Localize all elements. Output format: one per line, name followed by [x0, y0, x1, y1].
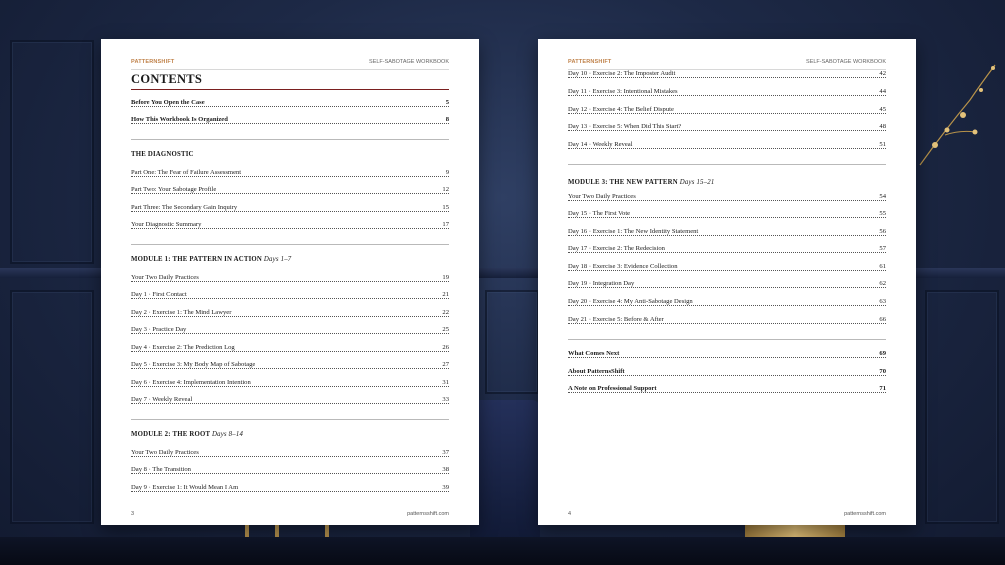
- toc-entry[interactable]: Before You Open the Case 5: [131, 99, 449, 109]
- chair: [470, 400, 540, 540]
- toc-entry[interactable]: Day 15 · The First Vote 55: [568, 210, 886, 220]
- workbook-label: SELF-SABOTAGE WORKBOOK: [369, 59, 449, 65]
- toc-entry[interactable]: Day 20 · Exercise 4: My Anti-Sabotage De…: [568, 298, 886, 308]
- toc-entry[interactable]: Day 3 · Practice Day 25: [131, 326, 449, 336]
- toc-entry[interactable]: Day 2 · Exercise 1: The Mind Lawyer 22: [131, 309, 449, 319]
- page-title: CONTENTS: [131, 72, 203, 86]
- toc-entry[interactable]: Day 6 · Exercise 4: Implementation Inten…: [131, 379, 449, 389]
- toc-entry[interactable]: Part One: The Fear of Failure Assessment…: [131, 169, 449, 179]
- toc-entry[interactable]: Day 14 · Weekly Reveal 51: [568, 141, 886, 151]
- toc-entry[interactable]: Day 8 · The Transition 38: [131, 466, 449, 476]
- toc-entry[interactable]: What Comes Next 69: [568, 350, 886, 360]
- toc-entry[interactable]: Day 17 · Exercise 2: The Redecision 57: [568, 245, 886, 255]
- toc-entry[interactable]: Day 12 · Exercise 4: The Belief Dispute 4…: [568, 106, 886, 116]
- section-divider: [131, 139, 449, 140]
- toc-entry[interactable]: Day 16 · Exercise 1: The New Identity St…: [568, 228, 886, 238]
- toc-entry[interactable]: A Note on Professional Support 71: [568, 385, 886, 395]
- page-number: 3: [131, 511, 135, 517]
- wall-panel-left: [10, 40, 94, 264]
- wall-panel-left-low: [10, 290, 94, 524]
- toc-entry[interactable]: Your Two Daily Practices 19: [131, 274, 449, 284]
- toc-entry[interactable]: Day 9 · Exercise 1: It Would Mean I Am 39: [131, 484, 449, 494]
- toc-entry[interactable]: How This Workbook Is Organized 8: [131, 116, 449, 126]
- toc-entry[interactable]: Part Three: The Secondary Gain Inquiry 15: [131, 204, 449, 214]
- section-heading: MODULE 1: THE PATTERN IN ACTION Days 1–7: [131, 256, 292, 263]
- toc-entry[interactable]: Day 13 · Exercise 5: When Did This Start…: [568, 123, 886, 133]
- toc-entry[interactable]: Day 1 · First Contact 21: [131, 291, 449, 301]
- wall-panel-right: [925, 290, 999, 524]
- section-divider: [131, 244, 449, 245]
- toc-entry[interactable]: Day 4 · Exercise 2: The Prediction Log 26: [131, 344, 449, 354]
- toc-entry[interactable]: Day 10 · Exercise 2: The Imposter Audit 4…: [568, 70, 886, 80]
- header-divider: [131, 69, 449, 70]
- section-heading: MODULE 2: THE ROOT Days 8–14: [131, 431, 244, 438]
- toc-entry[interactable]: Day 5 · Exercise 3: My Body Map of Sabot…: [131, 361, 449, 371]
- toc-entry[interactable]: About PatternsShift 70: [568, 368, 886, 378]
- footer-site: patternsshift.com: [407, 511, 449, 517]
- toc-entry[interactable]: Day 18 · Exercise 3: Evidence Collection…: [568, 263, 886, 273]
- contents-page-right: PATTERNSHIFT SELF-SABOTAGE WORKBOOK Day …: [538, 39, 916, 525]
- section-divider: [568, 339, 886, 340]
- toc-entry[interactable]: Day 21 · Exercise 5: Before & After 66: [568, 316, 886, 326]
- toc-entry[interactable]: Day 7 · Weekly Reveal 33: [131, 396, 449, 406]
- wall-panel-mid: [485, 290, 539, 394]
- toc-entry[interactable]: Your Two Daily Practices 37: [131, 449, 449, 459]
- section-divider: [568, 164, 886, 165]
- floor: [0, 537, 1005, 565]
- workbook-label: SELF-SABOTAGE WORKBOOK: [806, 59, 886, 65]
- brand-label: PATTERNSHIFT: [568, 59, 612, 65]
- section-heading: MODULE 3: THE NEW PATTERN Days 15–21: [568, 179, 715, 186]
- footer-site: patternsshift.com: [844, 511, 886, 517]
- section-divider: [131, 419, 449, 420]
- toc-entry[interactable]: Part Two: Your Sabotage Profile 12: [131, 186, 449, 196]
- title-rule: [131, 89, 449, 90]
- brand-label: PATTERNSHIFT: [131, 59, 175, 65]
- toc-entry[interactable]: Your Two Daily Practices 54: [568, 193, 886, 203]
- section-heading: THE DIAGNOSTIC: [131, 151, 194, 158]
- toc-entry[interactable]: Day 11 · Exercise 3: Intentional Mistake…: [568, 88, 886, 98]
- toc-entry[interactable]: Day 19 · Integration Day 62: [568, 280, 886, 290]
- page-number: 4: [568, 511, 572, 517]
- contents-page-left: PATTERNSHIFT SELF-SABOTAGE WORKBOOK CONT…: [101, 39, 479, 525]
- golden-branch-decoration: [919, 64, 996, 166]
- toc-entry[interactable]: Your Diagnostic Summary 17: [131, 221, 449, 231]
